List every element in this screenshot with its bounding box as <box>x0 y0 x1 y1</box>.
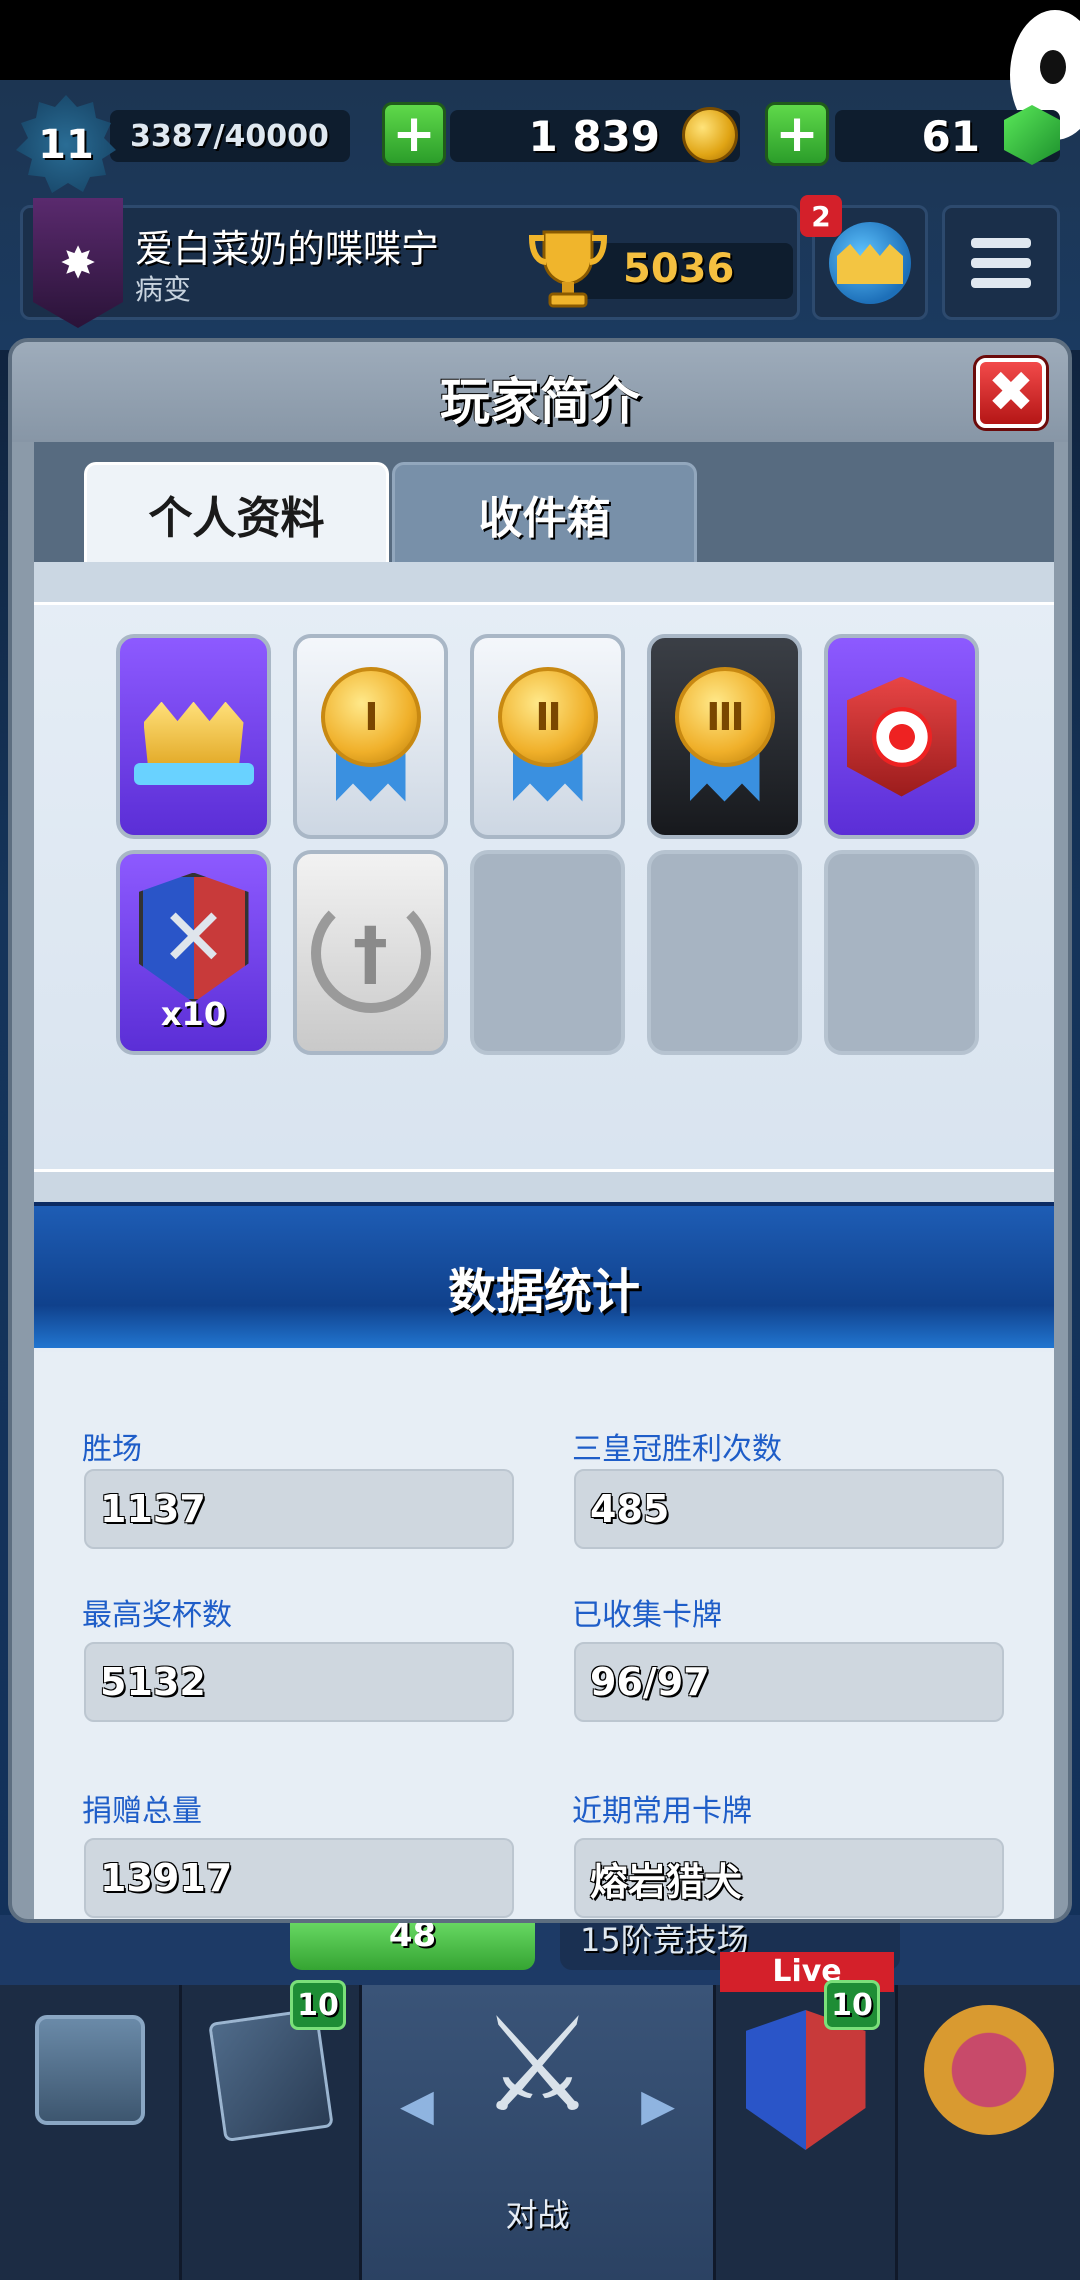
add-gems-button[interactable]: + <box>765 102 829 166</box>
gem-amount: 61 <box>921 111 980 161</box>
trophy-count: 5036 <box>623 246 735 292</box>
gem-shop-button[interactable]: 48 <box>290 1915 535 1970</box>
medal-3-badge[interactable]: III <box>647 634 802 839</box>
target-badge[interactable] <box>824 634 979 839</box>
medal-1-text: I <box>320 666 421 767</box>
medal-1-badge[interactable]: I <box>293 634 448 839</box>
empty-badge-slot <box>647 850 802 1055</box>
clan-war-badge[interactable]: ✕ x10 <box>116 850 271 1055</box>
stat-value-cards-collected: 96/97 <box>574 1642 1004 1722</box>
medal-3-text: III <box>674 666 775 767</box>
add-gold-button[interactable]: + <box>382 102 446 166</box>
tab-bar: 个人资料 收件箱 <box>34 442 1054 562</box>
stats-panel: 胜场 1137 三皇冠胜利次数 485 最高奖杯数 5132 已收集卡牌 96/… <box>34 1352 1054 1919</box>
stat-value-wins: 1137 <box>84 1469 514 1549</box>
nav-shop[interactable] <box>0 1985 182 2280</box>
crown-icon <box>143 701 244 772</box>
xp-bar: 3387/40000 <box>110 110 350 162</box>
crossed-swords-icon: ⚔ <box>479 1989 596 2141</box>
stat-value-favorite-card: 熔岩猎犬 <box>574 1838 1004 1918</box>
notification-badge: 2 <box>800 195 842 237</box>
clan-badge-icon: ✸ <box>33 198 123 328</box>
stat-value-three-crown-wins: 485 <box>574 1469 1004 1549</box>
tab-profile-label: 个人资料 <box>148 492 325 544</box>
badge-panel: I II III ✕ x10 † <box>34 562 1054 1202</box>
hamburger-icon <box>971 237 1031 248</box>
stats-banner: 数据统计 <box>34 1202 1054 1352</box>
empty-badge-slot <box>470 850 625 1055</box>
empty-badge-slot <box>824 850 979 1055</box>
battle-label: 对战 <box>505 2196 570 2234</box>
nav-battle[interactable]: ◀ ⚔ ▶ 对战 <box>362 1985 716 2280</box>
tab-profile[interactable]: 个人资料 <box>84 462 389 562</box>
stat-label-favorite-card: 近期常用卡牌 <box>572 1794 752 1829</box>
chest-icon <box>34 2015 145 2125</box>
stats-title: 数据统计 <box>447 1264 640 1320</box>
modal-title: 玩家简介 <box>440 373 640 431</box>
crown-icon <box>837 244 903 284</box>
cards-level-badge: 10 <box>290 1980 346 2030</box>
clan-name: 病变 <box>135 273 192 306</box>
crown-band <box>133 763 254 785</box>
close-button[interactable]: ✖ <box>976 358 1046 428</box>
gold-amount: 1 839 <box>528 111 660 161</box>
badge-multiplier: x10 <box>160 995 227 1033</box>
nav-events[interactable] <box>898 1985 1080 2280</box>
profile-row[interactable]: ✸ 爱白菜奶的喋喋宁 病变 5036 <box>20 198 800 328</box>
gold-medal-icon: I <box>316 662 426 812</box>
stat-label-cards-collected: 已收集卡牌 <box>572 1598 722 1633</box>
laurel-sword-icon: † <box>310 892 431 1013</box>
close-icon: ✖ <box>987 360 1035 425</box>
menu-button[interactable] <box>942 205 1060 320</box>
arrow-right-icon[interactable]: ▶ <box>641 2080 675 2131</box>
player-name: 爱白菜奶的喋喋宁 <box>135 227 440 271</box>
tab-inbox-label: 收件箱 <box>478 492 611 544</box>
crossed-swords-shield-icon: ✕ <box>138 872 249 1003</box>
crown-badge[interactable] <box>116 634 271 839</box>
stat-label-three-crown-wins: 三皇冠胜利次数 <box>572 1432 782 1467</box>
stat-label-wins: 胜场 <box>82 1432 142 1467</box>
gold-coin-icon <box>682 107 738 163</box>
trophy-icon <box>528 230 608 308</box>
medal-2-badge[interactable]: II <box>470 634 625 839</box>
tab-inbox[interactable]: 收件箱 <box>392 462 697 562</box>
stat-value-total-donations: 13917 <box>84 1838 514 1918</box>
player-profile-modal: 玩家简介 ✖ 个人资料 收件箱 I II III ✕ x10 † 数据统计 胜场… <box>8 338 1072 1923</box>
gold-medal-icon: II <box>493 662 603 812</box>
bottom-nav: ◀ ⚔ ▶ 对战 <box>0 1985 1080 2280</box>
stat-label-highest-trophies: 最高奖杯数 <box>82 1598 232 1633</box>
stat-label-total-donations: 捐赠总量 <box>82 1794 202 1829</box>
behind-modal-strip <box>0 1915 1080 1985</box>
king-level-number: 11 <box>38 122 94 168</box>
target-icon <box>846 676 957 797</box>
arrow-left-icon[interactable]: ◀ <box>400 2080 434 2131</box>
clan-war-shield-icon <box>745 2010 866 2150</box>
modal-header: 玩家简介 ✖ <box>12 342 1068 442</box>
xp-text: 3387/40000 <box>130 118 329 154</box>
medal-2-text: II <box>497 666 598 767</box>
stat-value-highest-trophies: 5132 <box>84 1642 514 1722</box>
book-icon <box>924 2005 1054 2135</box>
gold-medal-icon: III <box>670 662 780 812</box>
clan-war-level-badge: 10 <box>824 1980 880 2030</box>
status-bar <box>0 0 1080 80</box>
laurel-sword-badge[interactable]: † <box>293 850 448 1055</box>
